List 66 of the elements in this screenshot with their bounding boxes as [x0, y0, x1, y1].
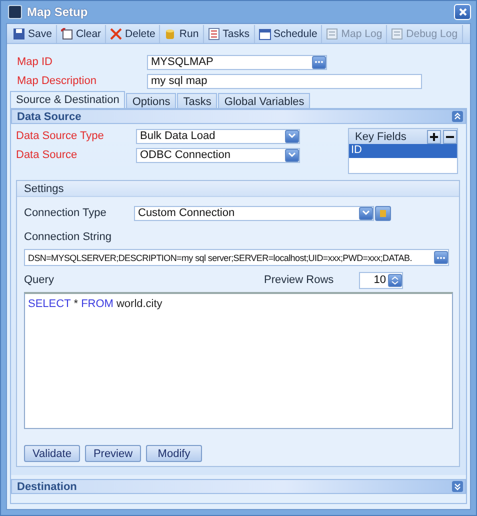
number-field[interactable]: 10 — [359, 272, 403, 288]
database-button[interactable] — [375, 206, 391, 220]
browse-button[interactable] — [434, 251, 448, 264]
panel-title: Destination — [17, 480, 77, 492]
field-label: Data Source Type — [16, 130, 105, 142]
query-text: world.city — [116, 298, 162, 310]
action-button[interactable]: Preview — [85, 445, 141, 462]
chevron-down-icon — [288, 152, 296, 158]
panel-title: Data Source — [17, 110, 82, 122]
tab[interactable]: Tasks — [177, 93, 218, 108]
toolbar-button[interactable]: Run — [160, 24, 204, 42]
input-field[interactable]: MYSQLMAP — [147, 54, 327, 70]
close-button[interactable] — [454, 4, 471, 20]
list-title: Key Fields — [355, 130, 408, 142]
browse-button[interactable] — [312, 56, 326, 68]
dropdown[interactable]: Bulk Data Load — [136, 128, 300, 144]
toolbar-button[interactable]: Schedule — [254, 24, 322, 42]
log-icon — [391, 28, 404, 40]
panel-title: Settings — [24, 182, 64, 194]
close-icon — [458, 8, 466, 16]
log-icon — [326, 28, 338, 40]
add-button[interactable] — [427, 130, 441, 144]
field-label: Connection String — [24, 231, 112, 243]
calendar-icon — [258, 28, 270, 40]
tab[interactable]: Global Variables — [218, 93, 310, 108]
action-button[interactable]: Modify — [146, 445, 202, 462]
up-down-icon — [391, 276, 399, 284]
query-text: SELECT — [28, 298, 71, 310]
collapse-icon[interactable] — [452, 111, 463, 122]
checklist-icon — [208, 28, 220, 40]
query-editor[interactable]: SELECT * FROM world.city — [24, 292, 453, 429]
chevron-down-icon — [288, 133, 296, 139]
dropdown-button[interactable] — [359, 206, 373, 220]
input-field[interactable]: my sql map — [147, 74, 422, 88]
chevron-down-icon — [362, 210, 370, 216]
dropdown[interactable]: ODBC Connection — [136, 148, 300, 162]
x-icon — [110, 28, 122, 40]
remove-button[interactable] — [443, 130, 457, 144]
list-item[interactable]: ID — [349, 144, 457, 158]
window-title: Map Setup — [27, 5, 89, 19]
field-label: Preview Rows — [264, 274, 335, 286]
toolbar-button[interactable]: Tasks — [204, 24, 254, 42]
ellipsis-icon — [436, 256, 446, 260]
dropdown-button[interactable] — [285, 130, 299, 142]
toolbar-button[interactable]: Clear — [56, 24, 106, 42]
tab[interactable]: Source & Destination — [10, 91, 126, 108]
field-label: Query — [24, 274, 55, 286]
field-label: Map Description — [17, 75, 98, 87]
dropdown-button[interactable] — [285, 148, 299, 162]
tab[interactable]: Options — [126, 93, 176, 108]
dropdown[interactable]: Custom Connection — [134, 206, 374, 220]
field-label: Map ID — [17, 56, 54, 68]
expand-icon[interactable] — [452, 481, 463, 492]
input-field[interactable]: DSN=MYSQLSERVER;DESCRIPTION=my sql server;SERVER=localhost;UID=xxx;PWD=xxx;DATAB. — [24, 249, 449, 266]
app-icon — [8, 5, 22, 19]
field-label: Connection Type — [24, 207, 108, 219]
query-text: * — [74, 298, 78, 310]
toolbar-button[interactable]: Delete — [106, 24, 160, 42]
plus-icon — [430, 132, 438, 140]
ellipsis-icon — [314, 60, 324, 64]
spinner-button[interactable] — [388, 274, 402, 286]
toolbar-button[interactable]: Save — [9, 24, 57, 42]
action-button[interactable]: Validate — [24, 445, 80, 462]
query-text: FROM — [81, 298, 114, 310]
document-icon — [60, 28, 73, 40]
field-label: Data Source — [16, 149, 78, 161]
